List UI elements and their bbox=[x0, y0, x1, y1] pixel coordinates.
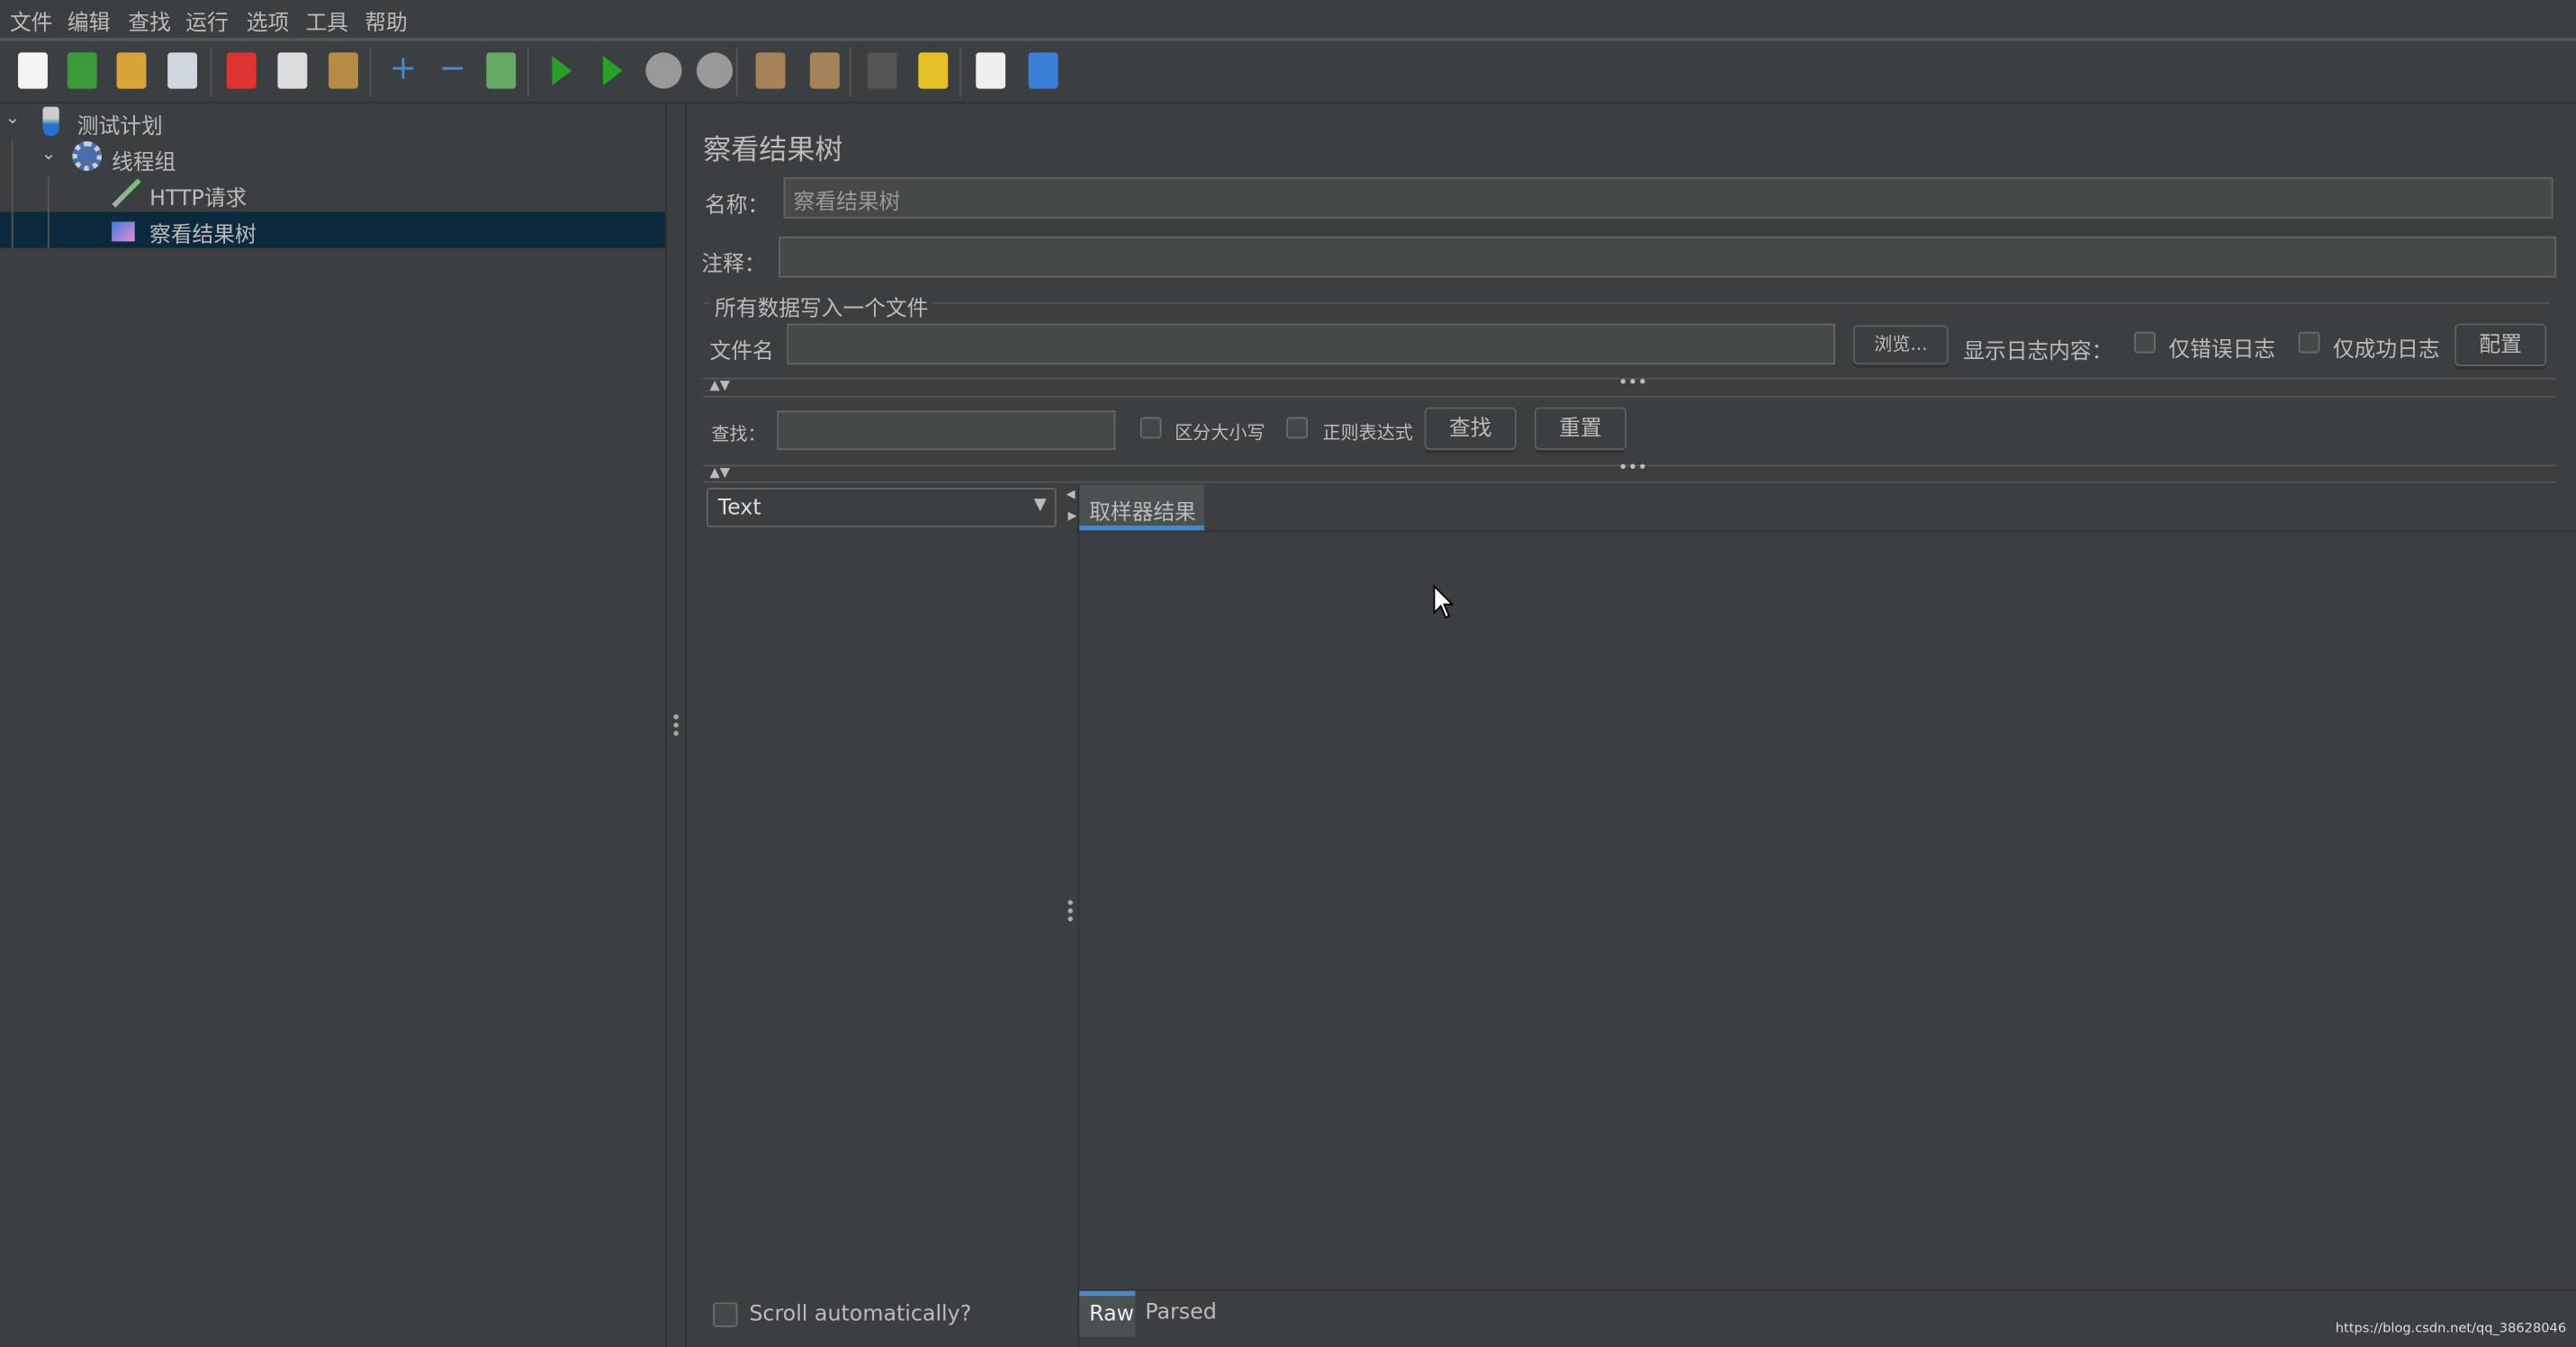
comment-label: 注释： bbox=[701, 253, 766, 278]
tree-item-view-results-tree[interactable]: 察看结果树 bbox=[0, 211, 666, 248]
log-content-label: 显示日志内容： bbox=[1963, 339, 2113, 365]
chevron-down-icon: ▼ bbox=[1033, 496, 1047, 515]
test-plan-icon bbox=[42, 106, 59, 137]
thread-group-icon bbox=[72, 140, 103, 171]
errors-only-label: 仅错误日志 bbox=[2168, 338, 2276, 364]
fieldset-border bbox=[703, 301, 2550, 304]
scroll-automatically-label: Scroll automatically? bbox=[749, 1302, 972, 1327]
cut-icon[interactable] bbox=[221, 51, 261, 91]
filename-input[interactable] bbox=[787, 323, 1835, 365]
shutdown-icon[interactable] bbox=[695, 51, 734, 91]
jmeter-window: 文件 编辑 查找 运行 选项 工具 帮助 + − ⌄ 测试计划 ⌄ 线程组 HTT… bbox=[0, 0, 2576, 1347]
page-title: 察看结果树 bbox=[703, 134, 843, 168]
renderer-value: Text bbox=[717, 496, 761, 521]
toolbar-separator bbox=[849, 47, 851, 97]
toolbar-separator bbox=[959, 47, 961, 97]
tab-parsed[interactable]: Parsed bbox=[1145, 1301, 1217, 1325]
toggle-icon[interactable] bbox=[482, 51, 521, 91]
chevron-down-icon[interactable]: ⌄ bbox=[5, 107, 20, 129]
file-section-title: 所有数据写入一个文件 bbox=[709, 291, 933, 322]
browse-button[interactable]: 浏览... bbox=[1852, 325, 1949, 365]
tab-label: 取样器结果 bbox=[1089, 500, 1196, 526]
paste-icon[interactable] bbox=[324, 51, 364, 91]
help-icon[interactable] bbox=[1023, 51, 1063, 91]
toolbar-separator bbox=[210, 47, 212, 97]
open-icon[interactable] bbox=[112, 51, 151, 91]
renderer-select[interactable]: Text ▼ bbox=[706, 488, 1057, 527]
errors-only-checkbox[interactable] bbox=[2134, 331, 2156, 354]
templates-icon[interactable] bbox=[62, 51, 102, 91]
start-no-pause-icon[interactable] bbox=[593, 51, 633, 91]
listener-icon bbox=[112, 221, 135, 242]
menu-run[interactable]: 运行 bbox=[185, 4, 228, 36]
menu-options[interactable]: 选项 bbox=[247, 4, 289, 36]
toolbar-separator bbox=[527, 47, 529, 97]
case-sensitive-label: 区分大小写 bbox=[1175, 422, 1265, 444]
divider-handle-icon[interactable]: ••• bbox=[1618, 460, 1647, 478]
watermark: https://blog.csdn.net/qq_38628046 bbox=[2335, 1320, 2567, 1335]
arrow-left-icon[interactable]: ◀ bbox=[1067, 488, 1076, 501]
toolbar-separator bbox=[735, 47, 738, 97]
tab-raw[interactable]: Raw bbox=[1079, 1290, 1136, 1337]
tree-label: 察看结果树 bbox=[149, 223, 257, 248]
configure-button[interactable]: 配置 bbox=[2454, 323, 2547, 367]
search-input[interactable] bbox=[777, 410, 1116, 451]
reset-search-icon[interactable] bbox=[914, 51, 953, 91]
menu-file[interactable]: 文件 bbox=[10, 4, 52, 36]
scroll-automatically-checkbox[interactable] bbox=[713, 1302, 738, 1327]
comment-input[interactable] bbox=[779, 236, 2557, 278]
collapse-expand-arrows-icon[interactable]: ▲▼ bbox=[710, 378, 730, 392]
new-icon[interactable] bbox=[14, 51, 53, 91]
regex-checkbox[interactable] bbox=[1286, 417, 1308, 439]
menu-bar: 文件 编辑 查找 运行 选项 工具 帮助 bbox=[0, 0, 2576, 41]
case-sensitive-checkbox[interactable] bbox=[1139, 417, 1162, 439]
tree-item-test-plan[interactable]: ⌄ 测试计划 bbox=[0, 103, 665, 139]
menu-search[interactable]: 查找 bbox=[128, 4, 170, 36]
copy-icon[interactable] bbox=[273, 51, 312, 91]
name-label: 名称： bbox=[705, 193, 770, 219]
search-button[interactable]: 查找 bbox=[1424, 407, 1517, 451]
search-icon[interactable] bbox=[862, 51, 902, 91]
tree-item-http-request[interactable]: HTTP请求 bbox=[0, 175, 665, 211]
clear-icon[interactable] bbox=[751, 51, 790, 91]
tree-label: HTTP请求 bbox=[149, 187, 248, 212]
http-sampler-icon bbox=[112, 178, 141, 208]
tree-guide bbox=[11, 139, 14, 248]
regex-label: 正则表达式 bbox=[1322, 422, 1413, 444]
success-only-label: 仅成功日志 bbox=[2332, 338, 2440, 364]
file-label: 文件名 bbox=[709, 339, 774, 365]
tree-label: 线程组 bbox=[112, 150, 176, 176]
collapse-icon[interactable]: − bbox=[432, 48, 472, 91]
tree-item-thread-group[interactable]: ⌄ 线程组 bbox=[0, 139, 665, 175]
menu-edit[interactable]: 编辑 bbox=[68, 4, 110, 36]
start-icon[interactable] bbox=[542, 51, 581, 91]
name-input[interactable]: 察看结果树 bbox=[783, 177, 2553, 219]
save-icon[interactable] bbox=[163, 51, 203, 91]
test-plan-tree: ⌄ 测试计划 ⌄ 线程组 HTTP请求 察看结果树 bbox=[0, 103, 666, 1347]
toolbar: + − bbox=[0, 41, 2576, 103]
main-splitter[interactable] bbox=[665, 103, 687, 1347]
reset-button[interactable]: 重置 bbox=[1534, 407, 1627, 451]
function-helper-icon[interactable] bbox=[971, 51, 1011, 91]
tree-guide bbox=[47, 175, 50, 248]
menu-tools[interactable]: 工具 bbox=[306, 4, 348, 36]
tab-label: Raw bbox=[1089, 1302, 1135, 1327]
stop-icon[interactable] bbox=[644, 51, 684, 91]
divider-handle-icon[interactable]: ••• bbox=[1618, 374, 1647, 392]
menu-help[interactable]: 帮助 bbox=[365, 4, 407, 36]
tree-label: 测试计划 bbox=[77, 114, 163, 140]
search-label: 查找： bbox=[711, 423, 766, 445]
chevron-down-icon[interactable]: ⌄ bbox=[41, 143, 57, 165]
results-splitter[interactable]: ◀ ▶ bbox=[1063, 484, 1080, 1347]
expand-icon[interactable]: + bbox=[383, 48, 422, 91]
success-only-checkbox[interactable] bbox=[2298, 331, 2320, 354]
toolbar-separator bbox=[369, 47, 372, 97]
collapse-expand-arrows-icon[interactable]: ▲▼ bbox=[710, 465, 730, 480]
arrow-right-icon[interactable]: ▶ bbox=[1067, 509, 1076, 523]
clear-all-icon[interactable] bbox=[805, 51, 844, 91]
tab-sampler-result[interactable]: 取样器结果 bbox=[1079, 484, 1204, 531]
